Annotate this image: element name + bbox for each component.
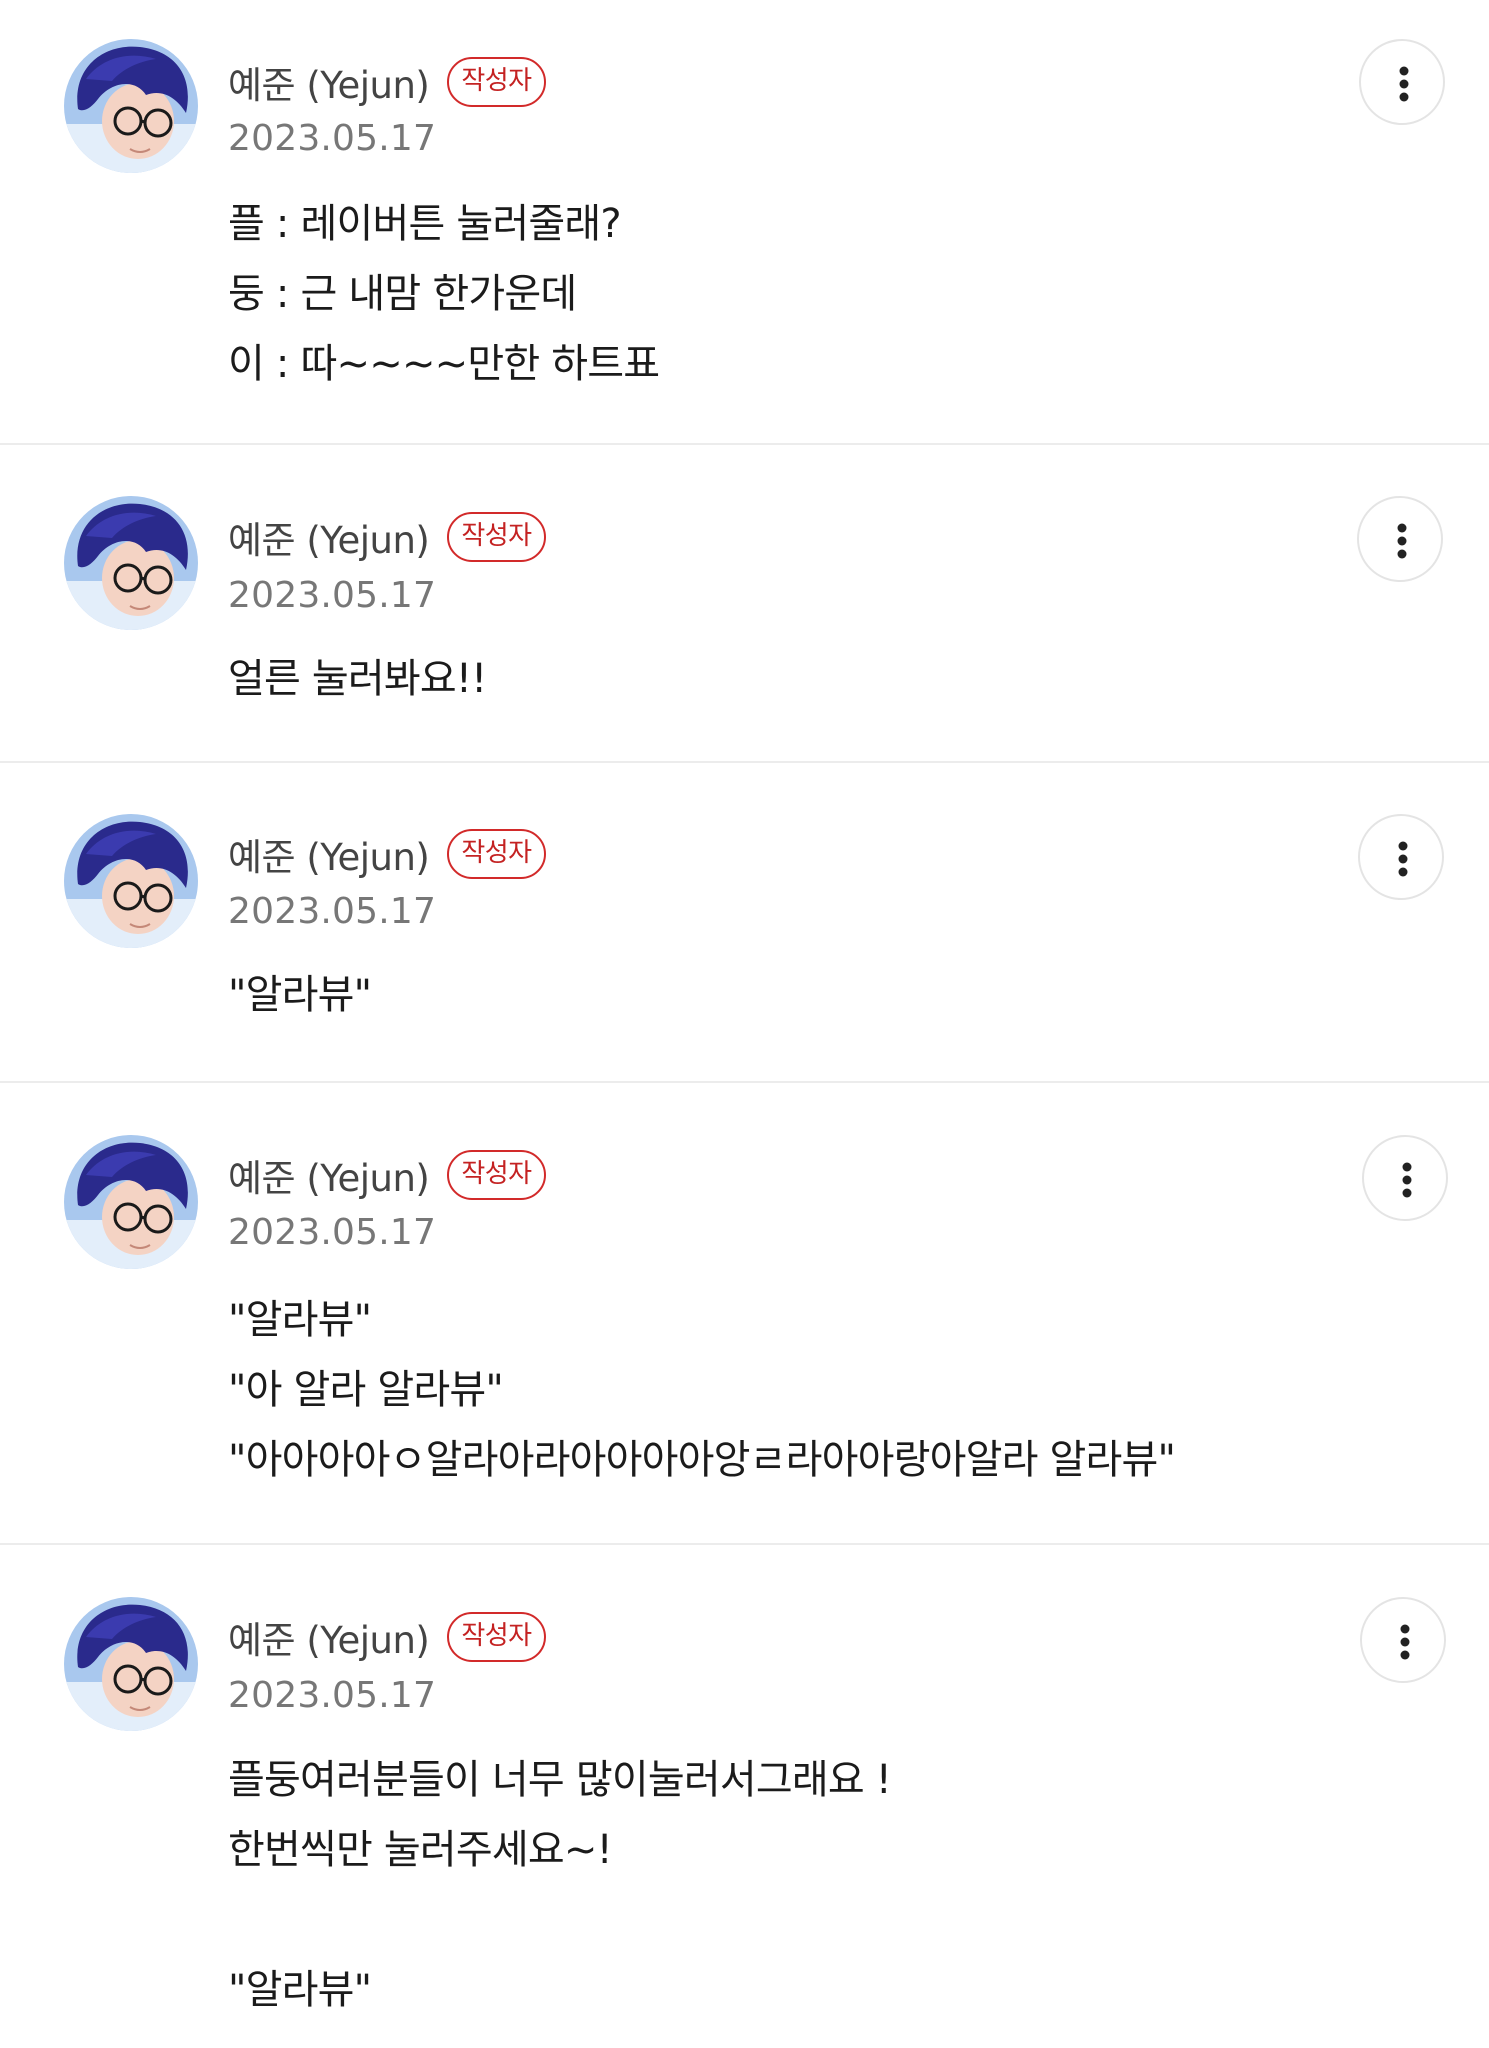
- author-badge: 작성자: [447, 1150, 546, 1200]
- comment-item: 예준 (Yejun) 작성자 2023.05.17 플둥여러분들이 너무 많이눌…: [0, 1545, 1489, 2048]
- more-vertical-icon: [1400, 1624, 1410, 1660]
- comment-body: 플둥여러분들이 너무 많이눌러서그래요 ! 한번씩만 눌러주세요~! "알라뷰": [228, 1745, 1339, 2025]
- comment-text-line: [228, 1885, 1339, 1955]
- author-avatar[interactable]: [64, 1597, 198, 1731]
- more-vertical-icon: [1399, 66, 1409, 102]
- comment-item: 예준 (Yejun) 작성자 2023.05.17 얼른 눌러봐요!!: [0, 445, 1489, 763]
- more-options-button[interactable]: [1357, 496, 1443, 582]
- author-name[interactable]: 예준 (Yejun): [228, 55, 430, 109]
- comment-item: 예준 (Yejun) 작성자 2023.05.17 플 : 레이버튼 눌러줄래?…: [0, 0, 1489, 445]
- comment-date: 2023.05.17: [228, 891, 437, 932]
- comment-text-line: "알라뷰": [228, 1297, 372, 1343]
- author-badge: 작성자: [447, 1612, 546, 1662]
- comment-date: 2023.05.17: [228, 1675, 437, 1716]
- comment-text-line: 둥 : 근 내맘 한가운데: [228, 271, 577, 317]
- author-avatar[interactable]: [64, 1135, 198, 1269]
- more-options-button[interactable]: [1360, 1597, 1446, 1683]
- more-options-button[interactable]: [1358, 814, 1444, 900]
- avatar-illustration-icon: [64, 496, 198, 630]
- comment-date: 2023.05.17: [228, 1212, 437, 1253]
- comment-item: 예준 (Yejun) 작성자 2023.05.17 "알라뷰" "아 알라 알라…: [0, 1083, 1489, 1545]
- more-options-button[interactable]: [1362, 1135, 1448, 1221]
- comment-text-line: "아아아아ㅇ알라아라아아아아앙ㄹ라아아랑아알라 알라뷰": [228, 1437, 1176, 1483]
- author-name[interactable]: 예준 (Yejun): [228, 1148, 430, 1202]
- author-badge: 작성자: [447, 57, 546, 107]
- more-vertical-icon: [1402, 1162, 1412, 1198]
- comment-text-line: 이 : 따~~~~만한 하트표: [228, 341, 660, 387]
- avatar-illustration-icon: [64, 814, 198, 948]
- author-row: 예준 (Yejun) 작성자: [228, 1147, 546, 1203]
- author-row: 예준 (Yejun) 작성자: [228, 54, 546, 110]
- author-badge: 작성자: [447, 512, 546, 562]
- avatar-illustration-icon: [64, 39, 198, 173]
- comment-text-line: 한번씩만 눌러주세요~!: [228, 1827, 613, 1873]
- comment-text-line: 플 : 레이버튼 눌러줄래?: [228, 201, 622, 247]
- comment-text-line: "알라뷰": [228, 1967, 372, 2013]
- more-vertical-icon: [1398, 841, 1408, 877]
- author-avatar[interactable]: [64, 814, 198, 948]
- comment-body: "알라뷰": [228, 960, 1339, 1030]
- comment-text-line: 얼른 눌러봐요!!: [228, 656, 487, 702]
- comment-text-line: "알라뷰": [228, 972, 372, 1018]
- comment-text-line: 플둥여러분들이 너무 많이눌러서그래요 !: [228, 1757, 892, 1803]
- comment-item: 예준 (Yejun) 작성자 2023.05.17 "알라뷰": [0, 763, 1489, 1083]
- author-avatar[interactable]: [64, 496, 198, 630]
- author-name[interactable]: 예준 (Yejun): [228, 1610, 430, 1664]
- comment-date: 2023.05.17: [228, 575, 437, 616]
- comment-date: 2023.05.17: [228, 118, 437, 159]
- more-vertical-icon: [1397, 523, 1407, 559]
- more-options-button[interactable]: [1359, 39, 1445, 125]
- author-avatar[interactable]: [64, 39, 198, 173]
- author-name[interactable]: 예준 (Yejun): [228, 827, 430, 881]
- comment-body: "알라뷰" "아 알라 알라뷰" "아아아아ㅇ알라아라아아아아앙ㄹ라아아랑아알라…: [228, 1285, 1339, 1495]
- author-row: 예준 (Yejun) 작성자: [228, 1609, 546, 1665]
- comment-text-line: "아 알라 알라뷰": [228, 1367, 504, 1413]
- author-row: 예준 (Yejun) 작성자: [228, 826, 546, 882]
- author-name[interactable]: 예준 (Yejun): [228, 510, 430, 564]
- comment-body: 플 : 레이버튼 눌러줄래? 둥 : 근 내맘 한가운데 이 : 따~~~~만한…: [228, 189, 1339, 399]
- author-badge: 작성자: [447, 829, 546, 879]
- author-row: 예준 (Yejun) 작성자: [228, 509, 546, 565]
- comment-body: 얼른 눌러봐요!!: [228, 644, 1339, 714]
- avatar-illustration-icon: [64, 1135, 198, 1269]
- avatar-illustration-icon: [64, 1597, 198, 1731]
